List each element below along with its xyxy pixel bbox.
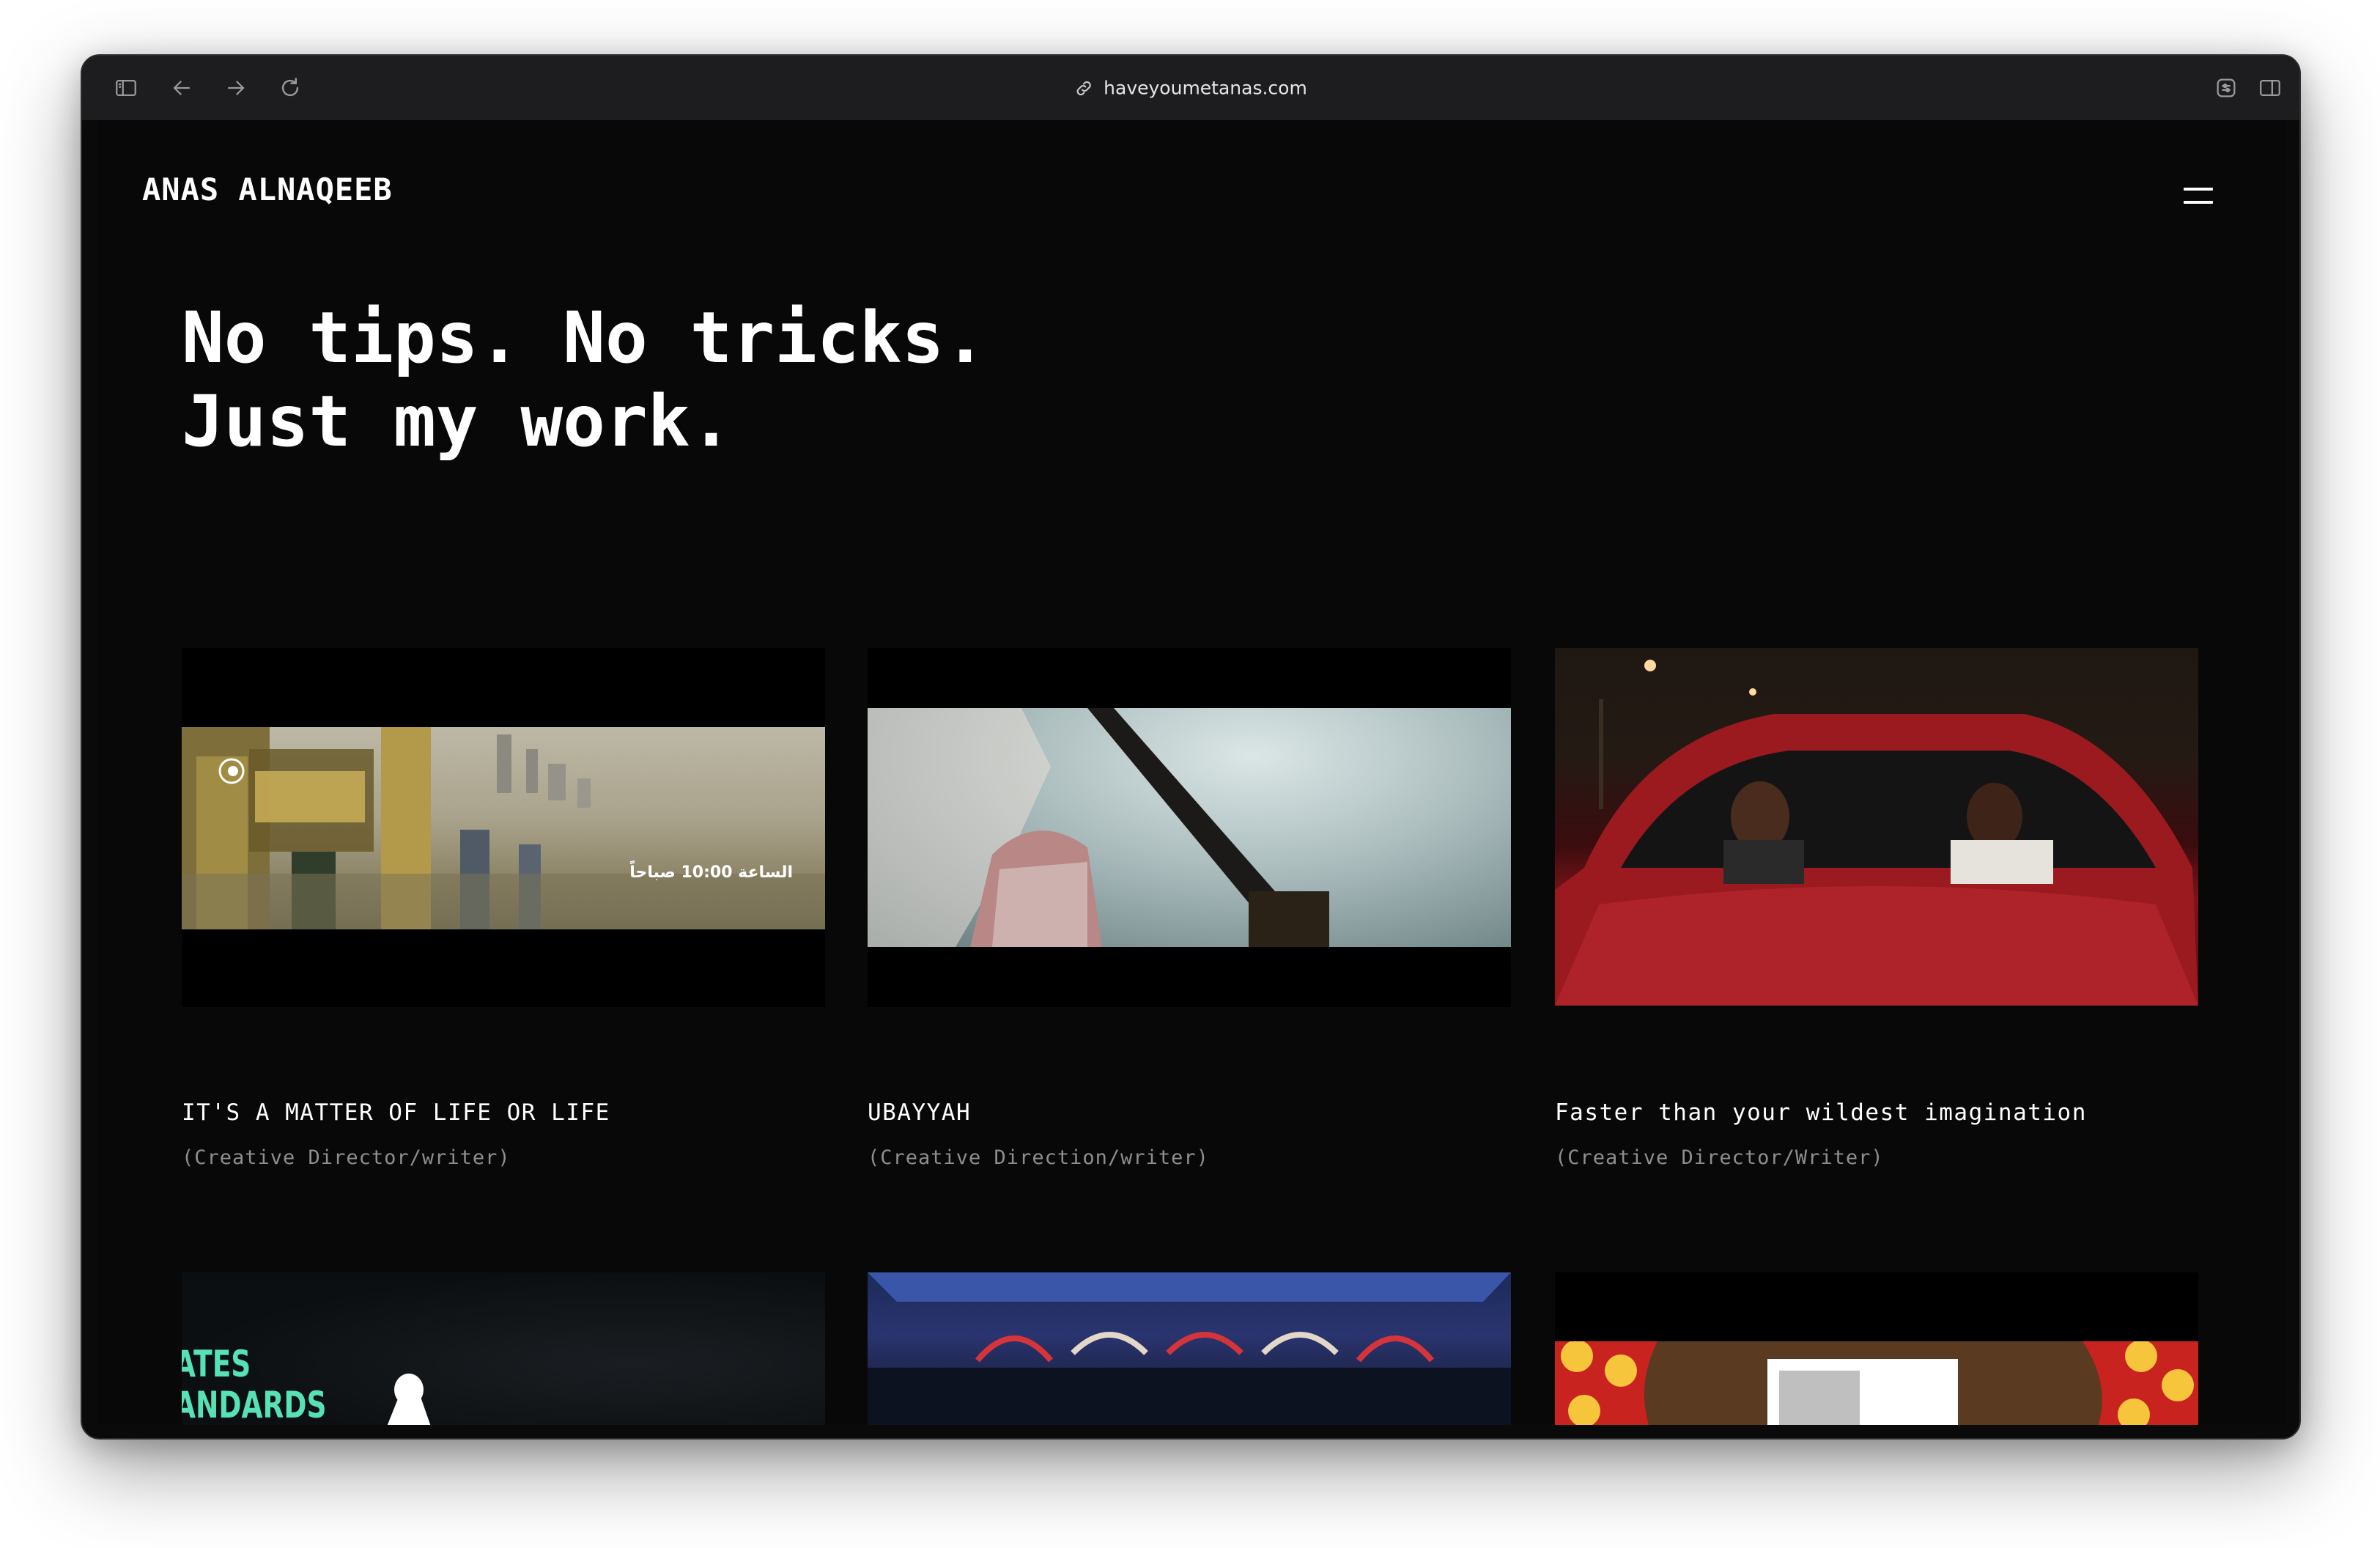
hamburger-menu-icon[interactable] bbox=[2184, 186, 2213, 205]
video-overlay-caption: الساعة 10:00 صباحاً bbox=[629, 863, 793, 882]
project-role: (Creative Director/writer) bbox=[182, 1146, 511, 1169]
project-thumbnail[interactable] bbox=[868, 1272, 1511, 1425]
project-title[interactable]: IT'S A MATTER OF LIFE OR LIFE bbox=[182, 1099, 825, 1126]
browser-toolbar: haveyoumetanas.com bbox=[82, 56, 2299, 120]
project-role: (Creative Direction/writer) bbox=[868, 1146, 1209, 1169]
site-logo[interactable]: ANAS ALNAQEEB bbox=[142, 172, 393, 207]
address-bar[interactable]: haveyoumetanas.com bbox=[1074, 78, 1307, 99]
split-view-icon[interactable] bbox=[2255, 73, 2285, 103]
project-card-5[interactable] bbox=[868, 1272, 1511, 1425]
browser-window: haveyoumetanas.com ANAS ALNAQEEB No tips… bbox=[81, 54, 2301, 1440]
sword-still-image bbox=[868, 708, 1511, 947]
web-page: ANAS ALNAQEEB No tips. No tricks. Just m… bbox=[97, 120, 2285, 1425]
project-card-1[interactable]: الساعة 10:00 صباحاً IT'S A MATTER OF LIF… bbox=[182, 648, 825, 1169]
project-thumbnail[interactable] bbox=[868, 648, 1511, 1007]
forward-arrow-icon[interactable] bbox=[221, 73, 251, 103]
url-text: haveyoumetanas.com bbox=[1104, 77, 1307, 99]
project-title[interactable]: UBAYYAH bbox=[868, 1099, 1511, 1126]
project-card-6[interactable] bbox=[1555, 1272, 2198, 1425]
project-role: (Creative Director/Writer) bbox=[1555, 1146, 1884, 1169]
hero-headline: No tips. No tricks. Just my work. bbox=[182, 296, 986, 463]
project-card-3[interactable]: Faster than your wildest imagination (Cr… bbox=[1555, 648, 2198, 1169]
ceiling-scene-image bbox=[868, 1272, 1511, 1425]
project-thumbnail[interactable]: الساعة 10:00 صباحاً bbox=[182, 648, 825, 1007]
car-scene-image bbox=[1555, 648, 2198, 1006]
project-card-4[interactable]: ATES ANDARDS bbox=[182, 1272, 825, 1425]
headline-line-2: Just my work. bbox=[182, 380, 733, 462]
project-title[interactable]: Faster than your wildest imagination bbox=[1555, 1099, 2198, 1126]
project-thumbnail[interactable] bbox=[1555, 648, 2198, 1007]
extension-icon[interactable] bbox=[2211, 73, 2241, 103]
sidebar-icon[interactable] bbox=[111, 73, 141, 103]
back-arrow-icon[interactable] bbox=[167, 73, 196, 103]
project-thumbnail[interactable] bbox=[1555, 1272, 2198, 1425]
link-icon bbox=[1076, 81, 1091, 95]
headline-line-1: No tips. No tricks. bbox=[182, 297, 987, 379]
city-skyline-image: الساعة 10:00 صباحاً bbox=[182, 727, 825, 929]
emoji-pattern-image bbox=[1555, 1341, 2198, 1425]
project-thumbnail[interactable]: ATES ANDARDS bbox=[182, 1272, 825, 1425]
project-card-2[interactable]: UBAYYAH (Creative Direction/writer) bbox=[868, 648, 1511, 1169]
stage-scene-image: ATES ANDARDS bbox=[182, 1272, 825, 1425]
reload-icon[interactable] bbox=[276, 73, 305, 103]
